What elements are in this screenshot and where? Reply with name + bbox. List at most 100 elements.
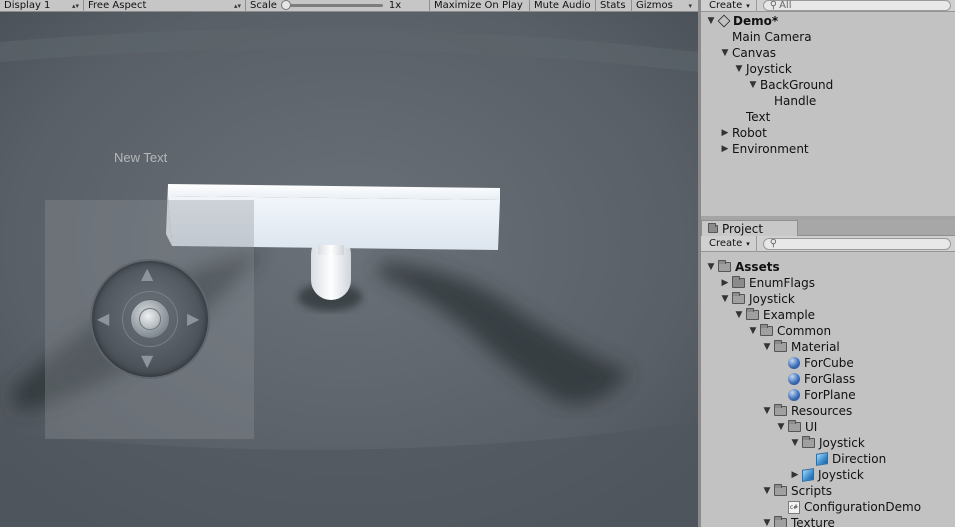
project-item-label: Material bbox=[791, 340, 840, 354]
project-item[interactable]: ▼ Joystick bbox=[720, 291, 795, 307]
collapse-arrow-icon[interactable]: ▶ bbox=[720, 278, 730, 288]
expand-arrow-icon[interactable]: ▼ bbox=[706, 262, 716, 272]
hierarchy-search-input[interactable]: ⚲ All bbox=[762, 0, 951, 11]
gizmos-dropdown[interactable]: Gizmos ▾ bbox=[632, 0, 698, 12]
project-item[interactable]: c# ConfigurationDemo bbox=[776, 499, 921, 515]
stepper-icon: ▴▾ bbox=[71, 1, 79, 10]
expand-arrow-icon[interactable]: ▼ bbox=[790, 438, 800, 448]
hierarchy-item[interactable]: Text bbox=[734, 109, 770, 125]
project-item-label: ConfigurationDemo bbox=[804, 500, 922, 514]
material-icon bbox=[788, 373, 800, 385]
project-item[interactable]: ▼ Common bbox=[748, 323, 831, 339]
folder-icon bbox=[774, 404, 787, 416]
maximize-on-play-toggle[interactable]: Maximize On Play bbox=[430, 0, 530, 12]
dropdown-arrow-icon: ▾ bbox=[746, 239, 750, 248]
material-icon bbox=[788, 389, 800, 401]
hierarchy-item[interactable]: ▶ Environment bbox=[720, 141, 809, 157]
project-item-label: Resources bbox=[791, 404, 853, 418]
project-item-label: Assets bbox=[735, 260, 780, 274]
ui-new-text: New Text bbox=[114, 150, 168, 165]
search-icon: ⚲ bbox=[769, 238, 778, 249]
project-item[interactable]: ▼ Example bbox=[734, 307, 815, 323]
project-item-label: ForGlass bbox=[804, 372, 856, 386]
expand-arrow-icon[interactable]: ▼ bbox=[762, 342, 772, 352]
scale-slider-knob[interactable] bbox=[280, 0, 291, 10]
display-dropdown[interactable]: Display 1 ▴▾ bbox=[0, 0, 84, 12]
project-item-label: EnumFlags bbox=[749, 276, 815, 290]
csharp-script-icon: c# bbox=[788, 500, 800, 514]
expand-arrow-icon[interactable]: ▼ bbox=[720, 294, 730, 304]
hierarchy-item[interactable]: ▼ Joystick bbox=[734, 61, 792, 77]
project-item[interactable]: ▼ Joystick bbox=[790, 435, 865, 451]
mute-label: Mute Audio bbox=[534, 0, 591, 11]
scale-value: 1x bbox=[388, 0, 402, 11]
expand-arrow-icon[interactable]: ▼ bbox=[776, 422, 786, 432]
project-item[interactable]: ForCube bbox=[776, 355, 854, 371]
hierarchy-item-label: Robot bbox=[732, 126, 767, 140]
expand-arrow-icon[interactable]: ▼ bbox=[734, 64, 744, 74]
folder-icon bbox=[788, 420, 801, 432]
collapse-arrow-icon[interactable]: ▶ bbox=[720, 144, 730, 154]
project-item[interactable]: ForGlass bbox=[776, 371, 855, 387]
hierarchy-item[interactable]: ▼ Demo* bbox=[706, 13, 779, 29]
create-label: Create bbox=[709, 238, 743, 249]
project-item[interactable]: ▶ Joystick bbox=[790, 467, 864, 483]
hierarchy-item[interactable]: ▶ Robot bbox=[720, 125, 767, 141]
project-item-label: Scripts bbox=[791, 484, 833, 498]
hierarchy-create-button[interactable]: Create ▾ bbox=[701, 0, 757, 12]
mute-audio-toggle[interactable]: Mute Audio bbox=[530, 0, 596, 12]
project-item[interactable]: ▼ Assets bbox=[706, 259, 780, 275]
project-create-button[interactable]: Create ▾ bbox=[701, 235, 757, 252]
tab-project[interactable]: Project bbox=[701, 220, 798, 236]
hierarchy-item-label: BackGround bbox=[760, 78, 834, 92]
game-toolbar: Display 1 ▴▾ Free Aspect ▴▾ Scale 1x Max… bbox=[0, 0, 698, 12]
folder-icon bbox=[718, 260, 731, 272]
project-item[interactable]: ForPlane bbox=[776, 387, 856, 403]
aspect-dropdown[interactable]: Free Aspect ▴▾ bbox=[84, 0, 246, 12]
stats-toggle[interactable]: Stats bbox=[596, 0, 632, 12]
hierarchy-item[interactable]: Main Camera bbox=[720, 29, 812, 45]
project-item[interactable]: ▶ EnumFlags bbox=[720, 275, 815, 291]
project-item-label: Joystick bbox=[819, 436, 865, 450]
project-item[interactable]: Direction bbox=[804, 451, 886, 467]
hierarchy-item[interactable]: Handle bbox=[762, 93, 816, 109]
gizmos-label: Gizmos bbox=[636, 0, 673, 11]
folder-icon bbox=[802, 436, 815, 448]
expand-arrow-icon[interactable]: ▼ bbox=[734, 310, 744, 320]
expand-arrow-icon[interactable]: ▼ bbox=[720, 48, 730, 58]
expand-arrow-icon[interactable]: ▼ bbox=[762, 406, 772, 416]
hierarchy-item-label: Joystick bbox=[746, 62, 792, 76]
scale-slider[interactable] bbox=[280, 0, 383, 10]
project-toolbar: Create ▾ ⚲ bbox=[701, 235, 955, 252]
folder-icon bbox=[774, 484, 787, 496]
hierarchy-item-label: Environment bbox=[732, 142, 809, 156]
stats-label: Stats bbox=[600, 0, 626, 11]
expand-arrow-icon[interactable]: ▼ bbox=[748, 326, 758, 336]
folder-icon bbox=[774, 516, 787, 527]
project-search-input[interactable]: ⚲ bbox=[762, 237, 951, 250]
collapse-arrow-icon[interactable]: ▶ bbox=[790, 470, 800, 480]
project-item[interactable]: ▼ Material bbox=[762, 339, 840, 355]
expand-arrow-icon[interactable]: ▼ bbox=[762, 518, 772, 527]
project-item-label: Joystick bbox=[818, 468, 864, 482]
joystick-handle-cap bbox=[139, 308, 161, 330]
collapse-arrow-icon[interactable]: ▶ bbox=[720, 128, 730, 138]
expand-arrow-icon[interactable]: ▼ bbox=[762, 486, 772, 496]
project-item-label: UI bbox=[805, 420, 818, 434]
unity-scene-icon bbox=[717, 14, 731, 28]
hierarchy-item[interactable]: ▼ BackGround bbox=[748, 77, 834, 93]
tab-project-label: Project bbox=[722, 221, 764, 236]
robot-neck bbox=[318, 245, 344, 255]
joystick-handle[interactable] bbox=[130, 299, 170, 339]
project-item[interactable]: ▼ Resources bbox=[762, 403, 852, 419]
project-item[interactable]: ▼ Scripts bbox=[762, 483, 832, 499]
project-item[interactable]: ▼ Texture bbox=[762, 515, 835, 527]
hierarchy-item[interactable]: ▼ Canvas bbox=[720, 45, 777, 61]
expand-arrow-icon[interactable]: ▼ bbox=[748, 80, 758, 90]
joystick-up-arrow-icon: ▲ bbox=[141, 264, 154, 283]
game-view[interactable]: Display 1 ▴▾ Free Aspect ▴▾ Scale 1x Max… bbox=[0, 0, 698, 527]
project-item[interactable]: ▼ UI bbox=[776, 419, 817, 435]
expand-arrow-icon[interactable]: ▼ bbox=[706, 16, 716, 26]
create-label: Create bbox=[709, 0, 743, 11]
folder-icon bbox=[746, 308, 759, 320]
